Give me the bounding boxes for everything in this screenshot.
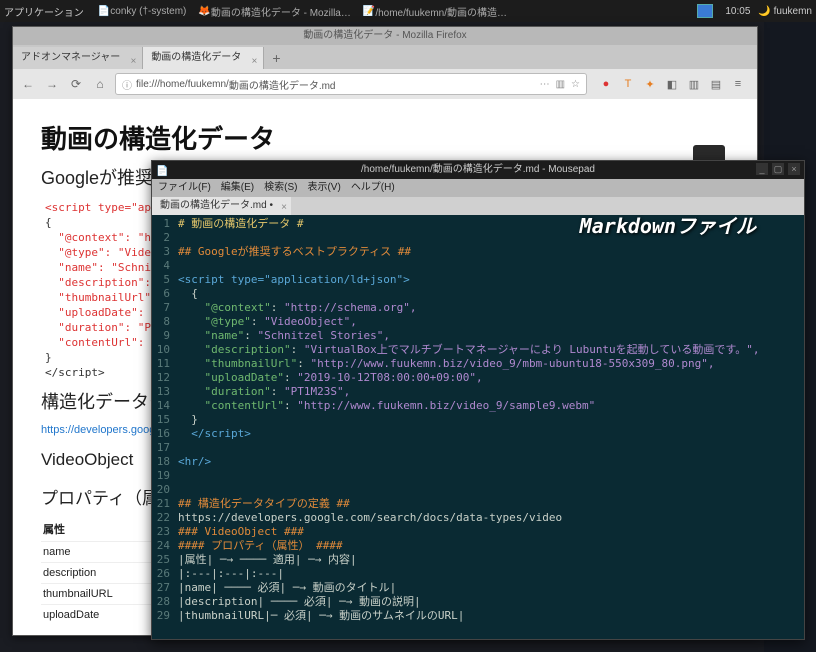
library-icon[interactable]: ▥ [687,77,701,91]
new-tab-button[interactable]: + [264,47,288,69]
home-button[interactable]: ⌂ [91,75,109,93]
close-icon[interactable]: × [130,51,136,73]
minimize-button[interactable]: _ [756,163,768,175]
task-mousepad[interactable]: 📝 /home/fuukemn/動画の構造… [357,4,513,19]
reader-icon[interactable]: ▥ [556,79,565,90]
firefox-titlebar: 動画の構造化データ - Mozilla Firefox [13,27,757,45]
bookmark-star-icon[interactable]: ☆ [571,79,580,90]
task-firefox[interactable]: 🦊 動画の構造化データ - Mozilla… [192,4,356,19]
mousepad-file-tab[interactable]: 動画の構造化データ.md •× [152,197,291,215]
apps-menu[interactable]: アプリケーション [4,4,84,19]
tray-icon[interactable] [697,4,713,18]
clock: 10:05 [725,6,750,17]
code-area[interactable]: # 動画の構造化データ # ## Googleが推奨するベストプラクティス ##… [174,215,804,639]
menu-icon[interactable]: ≡ [731,77,745,91]
task-conky[interactable]: 📄 conky (†-system) [92,6,193,17]
address-bar[interactable]: ⓘ file:///home/fuukemn/動画の構造化データ.md ⋯ ▥ … [115,73,587,95]
tab-addon-manager[interactable]: アドオンマネージャー× [13,47,143,69]
mousepad-menu: ファイル(F) 編集(E) 検索(S) 表示(V) ヘルプ(H) [152,179,804,197]
line-gutter: 1 2 3 4 5 6 7 8 9 10 11 12 13 14 15 16 1… [152,215,174,639]
page-info-icon[interactable]: ⓘ [122,77,132,92]
ext-icon-1[interactable]: ◧ [665,77,679,91]
more-actions-icon[interactable]: ⋯ [540,79,550,90]
page-h1: 動画の構造化データ [41,119,729,156]
menu-edit[interactable]: 編集(E) [221,179,254,197]
close-button[interactable]: × [788,163,800,175]
menu-search[interactable]: 検索(S) [264,179,297,197]
mousepad-titlebar: 📄 /home/fuukemn/動画の構造化データ.md - Mousepad … [152,161,804,179]
desktop-taskbar: アプリケーション 📄 conky (†-system) 🦊 動画の構造化データ … [0,0,816,22]
reload-button[interactable]: ⟳ [67,75,85,93]
maximize-button[interactable]: ▢ [772,163,784,175]
menu-view[interactable]: 表示(V) [307,179,340,197]
firefox-tabstrip: アドオンマネージャー× 動画の構造化データ× + [13,45,757,69]
mousepad-app-icon: 📄 [156,163,168,181]
annotation-overlay: Markdownファイル [580,219,756,233]
mousepad-window: 📄 /home/fuukemn/動画の構造化データ.md - Mousepad … [151,160,805,640]
mousepad-editor[interactable]: Markdownファイル 1 2 3 4 5 6 7 8 9 10 11 12 … [152,215,804,639]
close-icon[interactable]: × [251,51,257,73]
menu-file[interactable]: ファイル(F) [158,179,211,197]
user-label: 🌙 fuukemn [758,6,812,17]
back-button[interactable]: ← [19,75,37,93]
tab-video-structured-data[interactable]: 動画の構造化データ× [143,47,264,69]
ext-t-icon[interactable]: T [621,77,635,91]
menu-help[interactable]: ヘルプ(H) [351,179,395,197]
mousepad-tabstrip: 動画の構造化データ.md •× [152,197,804,215]
ublock-icon[interactable]: ● [599,77,613,91]
forward-button[interactable]: → [43,75,61,93]
ext-ext-icon[interactable]: ✦ [643,77,657,91]
firefox-toolbar: ← → ⟳ ⌂ ⓘ file:///home/fuukemn/動画の構造化データ… [13,69,757,99]
sidebar-icon[interactable]: ▤ [709,77,723,91]
